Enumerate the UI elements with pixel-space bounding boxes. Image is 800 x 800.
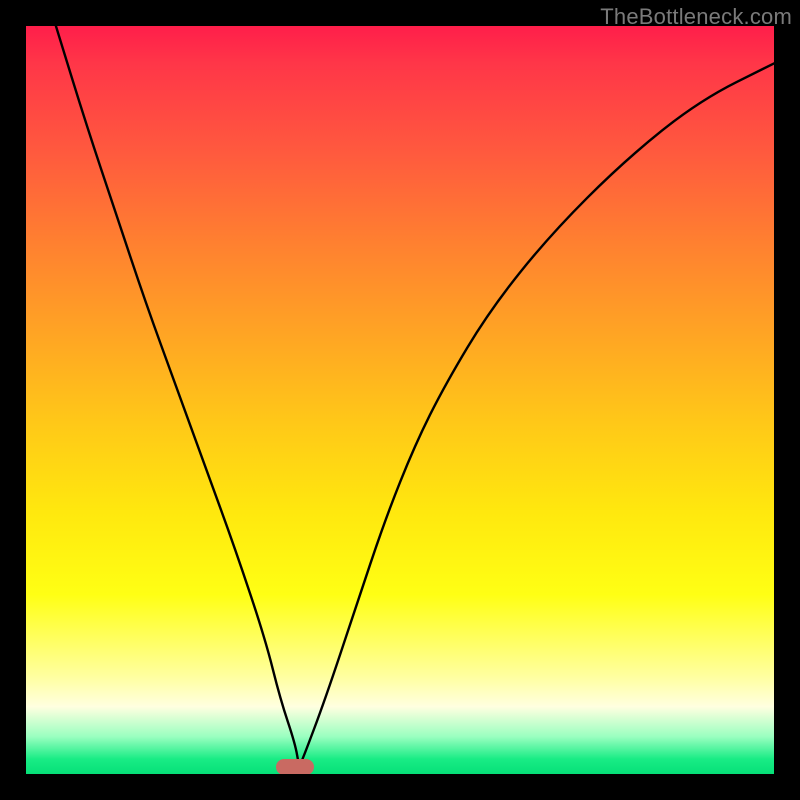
bottleneck-curve (26, 26, 774, 774)
optimal-point-marker (276, 759, 314, 774)
chart-frame: TheBottleneck.com (0, 0, 800, 800)
plot-area (26, 26, 774, 774)
watermark-text: TheBottleneck.com (600, 4, 792, 30)
